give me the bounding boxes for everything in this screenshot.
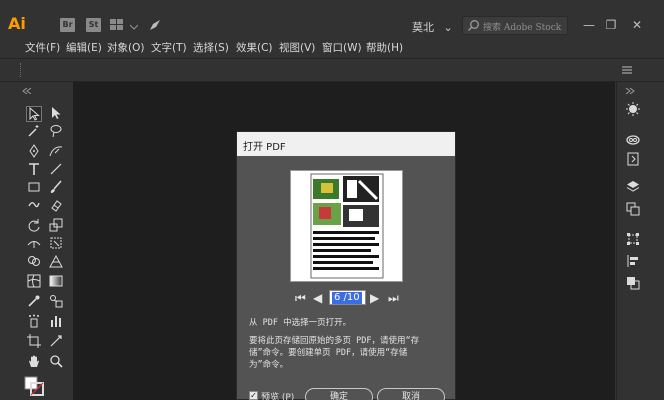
- menu-object[interactable]: 对象(O): [107, 40, 144, 55]
- eraser-tool-icon[interactable]: [48, 198, 64, 214]
- curvature-tool-icon[interactable]: [48, 144, 64, 160]
- line-segment-tool-icon[interactable]: [48, 162, 64, 178]
- gradient-tool-icon[interactable]: [48, 274, 64, 290]
- scale-tool-icon[interactable]: [48, 218, 64, 234]
- selection-tool-icon[interactable]: [26, 106, 42, 122]
- mesh-tool-icon[interactable]: [26, 274, 42, 290]
- symbol-sprayer-tool-icon[interactable]: [26, 314, 42, 330]
- magic-wand-tool-icon[interactable]: [26, 124, 42, 140]
- hand-tool-icon[interactable]: [26, 354, 42, 370]
- control-bar-grip[interactable]: [20, 63, 22, 77]
- menu-bar: 文件(F) 编辑(E) 对象(O) 文字(T) 选择(S) 效果(C) 视图(V…: [0, 36, 664, 58]
- menu-select[interactable]: 选择(S): [193, 40, 229, 55]
- menu-help[interactable]: 帮助(H): [366, 40, 403, 55]
- open-pdf-dialog: 打开 PDF ⏮ ◀ 6 /10 ▶ ⏭ 从 PDF 中选择一页打开。 要将此页…: [236, 131, 456, 400]
- zoom-tool-icon[interactable]: [48, 354, 64, 370]
- shape-builder-tool-icon[interactable]: [26, 254, 42, 270]
- transform-icon[interactable]: [625, 232, 641, 248]
- rotate-tool-icon[interactable]: [26, 218, 42, 234]
- stock-search-input[interactable]: 搜索 Adobe Stock: [462, 16, 568, 35]
- search-icon: [467, 19, 480, 32]
- menu-view[interactable]: 视图(V): [279, 40, 315, 55]
- layers-icon[interactable]: [625, 180, 641, 196]
- title-bar: Ai Br St 莫北 ⌄ 搜索 Adobe Stock — ❐ ✕: [0, 0, 664, 36]
- cancel-button[interactable]: 取消: [377, 388, 445, 400]
- page-preview: [290, 170, 403, 282]
- page-thumbnail-icon: [291, 171, 402, 281]
- expand-panels-icon[interactable]: [625, 84, 635, 95]
- preview-checkbox-label: 预览 (P): [261, 393, 295, 400]
- next-page-button[interactable]: ▶: [370, 290, 379, 306]
- menu-file[interactable]: 文件(F): [25, 40, 60, 55]
- creative-cloud-libraries-icon[interactable]: [625, 132, 641, 148]
- workspace-switcher[interactable]: 莫北 ⌄: [412, 19, 453, 35]
- arrange-dropdown-icon[interactable]: [129, 21, 139, 30]
- page-number-input[interactable]: 6 /10: [329, 290, 366, 305]
- panel-menu-icon[interactable]: [622, 65, 632, 75]
- paintbrush-tool-icon[interactable]: [48, 180, 64, 196]
- pen-tool-icon[interactable]: [26, 144, 42, 160]
- minimize-button[interactable]: —: [578, 16, 600, 34]
- pathfinder-icon[interactable]: [625, 276, 641, 292]
- properties-icon[interactable]: [625, 152, 641, 168]
- panel-dock: [616, 82, 664, 400]
- bridge-button[interactable]: Br: [60, 18, 75, 32]
- preview-checkbox[interactable]: ✓: [249, 391, 258, 400]
- menu-window[interactable]: 窗口(W): [322, 40, 362, 55]
- close-button[interactable]: ✕: [626, 16, 648, 34]
- tools-panel: [0, 82, 72, 400]
- menu-effect[interactable]: 效果(C): [236, 40, 273, 55]
- previous-page-button[interactable]: ◀: [313, 290, 322, 306]
- dialog-description-line-3: 为”命令。: [249, 360, 289, 370]
- column-graph-tool-icon[interactable]: [48, 314, 64, 330]
- page-number-value: 6 /10: [332, 292, 362, 304]
- maximize-button[interactable]: ❐: [600, 16, 622, 34]
- dialog-description-line-1: 要将此页存储回原始的多页 PDF，请使用“存: [249, 336, 420, 346]
- dialog-title: 打开 PDF: [237, 132, 455, 156]
- rectangle-tool-icon[interactable]: [26, 180, 42, 196]
- collapse-panel-icon[interactable]: [22, 84, 32, 95]
- direct-selection-tool-icon[interactable]: [48, 106, 64, 122]
- menu-type[interactable]: 文字(T): [151, 40, 187, 55]
- ok-button[interactable]: 确定: [305, 388, 373, 400]
- workspace-name: 莫北: [412, 21, 434, 34]
- control-bar: [0, 58, 664, 82]
- search-placeholder: 搜索 Adobe Stock: [483, 23, 562, 33]
- width-tool-icon[interactable]: [26, 236, 42, 252]
- dialog-instruction: 从 PDF 中选择一页打开。: [249, 318, 352, 328]
- stock-button[interactable]: St: [86, 18, 101, 32]
- lasso-tool-icon[interactable]: [48, 124, 64, 140]
- chevron-down-icon: ⌄: [443, 21, 453, 34]
- first-page-button[interactable]: ⏮: [295, 290, 306, 306]
- last-page-button[interactable]: ⏭: [388, 290, 399, 306]
- perspective-grid-tool-icon[interactable]: [48, 254, 64, 270]
- fill-stroke-swatch-icon[interactable]: [24, 376, 44, 396]
- artboard-tool-icon[interactable]: [26, 334, 42, 350]
- shaper-tool-icon[interactable]: [26, 198, 42, 214]
- arrange-documents-icon[interactable]: [110, 19, 126, 31]
- menu-edit[interactable]: 编辑(E): [66, 40, 102, 55]
- artboards-icon[interactable]: [625, 202, 641, 218]
- type-tool-icon[interactable]: [26, 162, 42, 178]
- free-transform-tool-icon[interactable]: [48, 236, 64, 252]
- gpu-rocket-icon[interactable]: [148, 18, 162, 32]
- slice-tool-icon[interactable]: [48, 334, 64, 350]
- app-logo: Ai: [8, 14, 26, 33]
- color-guide-icon[interactable]: [625, 102, 641, 118]
- eyedropper-tool-icon[interactable]: [26, 294, 42, 310]
- dialog-description-line-2: 储”命令。要创建单页 PDF，请使用“存储: [249, 348, 408, 358]
- align-icon[interactable]: [625, 254, 641, 270]
- blend-tool-icon[interactable]: [48, 294, 64, 310]
